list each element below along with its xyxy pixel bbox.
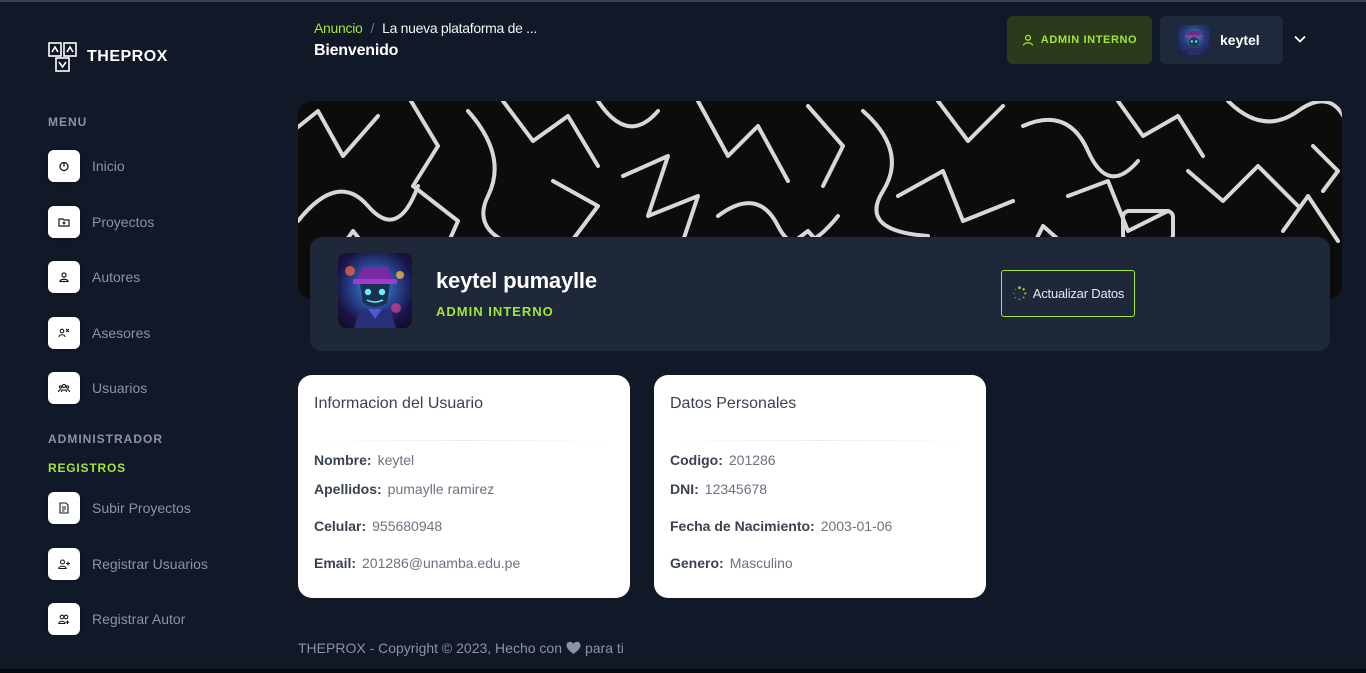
sidebar-item-usuarios[interactable]: Usuarios	[48, 372, 147, 404]
user-info-card: Informacion del Usuario Nombre: keytel Ap…	[298, 375, 630, 598]
window-bottom-border	[0, 669, 1366, 673]
avatar-illustration-icon	[345, 266, 404, 328]
sidebar-item-registrar-usuarios[interactable]: Registrar Usuarios	[48, 548, 208, 580]
field-email: Email: 201286@unamba.edu.pe	[314, 555, 520, 571]
update-data-button[interactable]: Actualizar Datos	[1001, 270, 1135, 317]
avatar-illustration-icon	[1185, 31, 1203, 55]
sidebar-item-asesores[interactable]: Asesores	[48, 317, 150, 349]
update-data-label: Actualizar Datos	[1032, 286, 1125, 301]
breadcrumb: Anuncio / La nueva plataforma de ...	[314, 20, 537, 36]
field-label: Fecha de Nacimiento:	[670, 518, 815, 534]
theprox-logo-icon	[48, 42, 77, 72]
sidebar: THEPROX MENU Inicio Proyectos Autores As…	[0, 2, 280, 669]
profile-card: keytel pumaylle ADMIN INTERNO Actualizar…	[310, 237, 1330, 351]
role-button[interactable]: ADMIN INTERNO	[1007, 16, 1152, 64]
user-outline-icon	[1022, 34, 1033, 46]
avatar	[1178, 25, 1210, 55]
sidebar-item-label: Registrar Usuarios	[92, 556, 208, 572]
user-plus-icon	[48, 548, 80, 580]
field-fecha-nacimiento: Fecha de Nacimiento: 2003-01-06	[670, 518, 892, 534]
field-dni: DNI: 12345678	[670, 481, 767, 497]
breadcrumb-separator: /	[370, 20, 375, 36]
profile-avatar	[338, 253, 412, 328]
sidebar-item-label: Subir Proyectos	[92, 500, 191, 516]
card-divider	[314, 440, 614, 441]
heart-icon	[566, 641, 581, 654]
sidebar-item-label: Autores	[92, 269, 141, 285]
field-value: 12345678	[704, 481, 768, 497]
role-button-label: ADMIN INTERNO	[1040, 34, 1138, 46]
field-label: DNI:	[670, 481, 699, 497]
sidebar-item-label: Inicio	[92, 158, 125, 174]
field-genero: Genero: Masculino	[670, 555, 793, 571]
field-label: Email:	[314, 555, 357, 571]
user-name: keytel	[1220, 32, 1260, 48]
field-value: 201286	[728, 452, 776, 468]
field-apellidos: Apellidos: pumaylle ramirez	[314, 481, 494, 497]
home-icon	[48, 150, 80, 182]
field-celular: Celular: 955680948	[314, 518, 442, 534]
sidebar-item-label: Proyectos	[92, 214, 155, 230]
card-title: Informacion del Usuario	[314, 395, 483, 412]
sidebar-item-subir-proyectos[interactable]: Subir Proyectos	[48, 492, 191, 524]
user-group-add-icon	[48, 603, 80, 635]
sidebar-item-registrar-autor[interactable]: Registrar Autor	[48, 603, 185, 635]
app-name: THEPROX	[87, 48, 168, 65]
card-divider	[670, 440, 970, 441]
footer-text: THEPROX - Copyright © 2023, Hecho con	[298, 640, 562, 656]
footer-text-end: para ti	[584, 640, 624, 656]
sidebar-item-label: Usuarios	[92, 380, 148, 396]
field-label: Genero:	[670, 555, 724, 571]
sidebar-item-autores[interactable]: Autores	[48, 261, 140, 293]
field-codigo: Codigo: 201286	[670, 452, 776, 468]
app-logo[interactable]: THEPROX	[48, 42, 168, 72]
registros-section-title: REGISTROS	[48, 461, 126, 475]
field-value: pumaylle ramirez	[387, 481, 495, 497]
sidebar-item-inicio[interactable]: Inicio	[48, 150, 125, 182]
breadcrumb-link[interactable]: Anuncio	[314, 20, 363, 36]
advisor-icon	[48, 317, 80, 349]
footer: THEPROX - Copyright © 2023, Hecho con pa…	[298, 640, 624, 656]
menu-section-title: MENU	[48, 115, 88, 129]
field-label: Codigo:	[670, 452, 723, 468]
admin-section-title: ADMINISTRADOR	[48, 432, 163, 446]
folder-icon	[48, 206, 80, 238]
sidebar-item-proyectos[interactable]: Proyectos	[48, 206, 154, 238]
field-value: Masculino	[729, 555, 793, 571]
field-value: keytel	[377, 452, 415, 468]
field-label: Celular:	[314, 518, 367, 534]
sidebar-item-label: Registrar Autor	[92, 611, 186, 627]
card-title: Datos Personales	[670, 395, 797, 412]
field-value: 955680948	[372, 518, 443, 534]
sidebar-item-label: Asesores	[92, 325, 151, 341]
field-value: 2003-01-06	[820, 518, 893, 534]
profile-role: ADMIN INTERNO	[436, 304, 554, 319]
profile-name: keytel pumaylle	[436, 268, 597, 293]
user-icon	[48, 261, 80, 293]
field-label: Apellidos:	[314, 481, 382, 497]
field-nombre: Nombre: keytel	[314, 452, 414, 468]
field-value: 201286@unamba.edu.pe	[362, 555, 521, 571]
personal-data-card: Datos Personales Codigo: 201286 DNI: 12345…	[654, 375, 986, 598]
loading-spinner-icon	[1012, 286, 1027, 301]
chevron-down-icon[interactable]	[1292, 31, 1308, 47]
page-title: Bienvenido	[314, 42, 399, 59]
user-menu-button[interactable]: keytel	[1160, 16, 1283, 64]
field-label: Nombre:	[314, 452, 372, 468]
upload-document-icon	[48, 492, 80, 524]
users-icon	[48, 372, 80, 404]
breadcrumb-current: La nueva plataforma de ...	[382, 20, 537, 36]
